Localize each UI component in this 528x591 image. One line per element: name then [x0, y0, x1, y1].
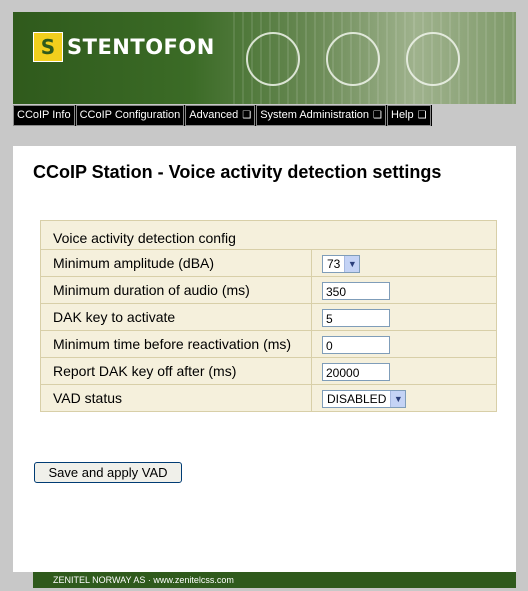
submenu-box-icon: ❑	[373, 110, 382, 121]
chevron-down-icon: ▼	[344, 255, 360, 272]
page-title: CCoIP Station - Voice activity detection…	[33, 162, 442, 182]
brand-name: STENTOFON	[67, 35, 215, 59]
min-duration-row: Minimum duration of audio (ms) 350	[41, 276, 496, 303]
vad-status-select[interactable]: DISABLED ▼	[322, 389, 407, 408]
dak-off-input[interactable]: 20000	[322, 362, 390, 381]
main-content: CCoIP Station - Voice activity detection…	[13, 146, 516, 572]
min-amplitude-select[interactable]: 73 ▼	[322, 254, 361, 273]
submenu-box-icon: ❑	[417, 110, 427, 121]
config-header: Voice activity detection config	[53, 230, 236, 246]
vad-status-label: VAD status	[41, 385, 312, 411]
min-reactivation-label: Minimum time before reactivation (ms)	[41, 331, 312, 357]
nav-ccoip-configuration[interactable]: CCoIP Configuration	[75, 105, 185, 126]
dak-key-row: DAK key to activate 5	[41, 303, 496, 330]
chevron-down-icon: ▼	[390, 390, 406, 407]
nav-help[interactable]: Help ❑	[387, 105, 431, 126]
submenu-box-icon: ❑	[242, 110, 252, 121]
top-nav: CCoIP Info CCoIP Configuration Advanced ❑…	[13, 105, 432, 126]
min-duration-input[interactable]: 350	[322, 281, 390, 300]
min-amplitude-label: Minimum amplitude (dBA)	[41, 250, 312, 276]
nav-advanced[interactable]: Advanced ❑	[185, 105, 256, 126]
config-header-row: Voice activity detection config	[41, 221, 496, 249]
dak-off-label: Report DAK key off after (ms)	[41, 358, 312, 384]
min-duration-label: Minimum duration of audio (ms)	[41, 277, 312, 303]
header-banner: S STENTOFON	[13, 12, 516, 104]
banner-circle-2	[326, 32, 380, 86]
dak-key-label: DAK key to activate	[41, 304, 312, 330]
banner-circle-1	[246, 32, 300, 86]
min-amplitude-row: Minimum amplitude (dBA) 73 ▼	[41, 249, 496, 276]
nav-system-administration[interactable]: System Administration ❑	[256, 105, 386, 126]
dak-off-row: Report DAK key off after (ms) 20000	[41, 357, 496, 384]
save-apply-vad-button[interactable]: Save and apply VAD	[34, 462, 182, 483]
vad-status-row: VAD status DISABLED ▼	[41, 384, 496, 411]
brand-logo: S STENTOFON	[33, 32, 215, 62]
min-reactivation-input[interactable]: 0	[322, 335, 390, 354]
footer: ZENITEL NORWAY AS · www.zenitelcss.com	[33, 572, 516, 588]
nav-ccoip-info[interactable]: CCoIP Info	[13, 105, 75, 126]
banner-circle-3	[406, 32, 460, 86]
min-reactivation-row: Minimum time before reactivation (ms) 0	[41, 330, 496, 357]
logo-mark-icon: S	[33, 32, 63, 62]
dak-key-input[interactable]: 5	[322, 308, 390, 327]
vad-config-table: Voice activity detection config Minimum …	[40, 220, 497, 412]
